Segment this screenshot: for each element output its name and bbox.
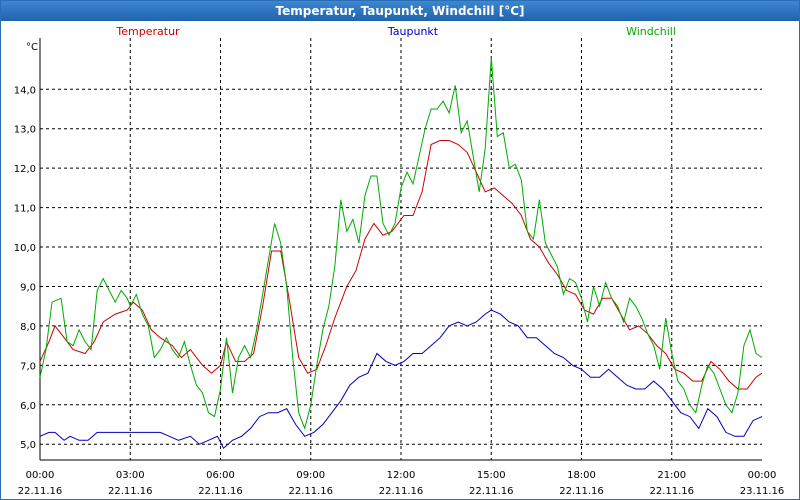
legend-item-windchill: Windchill [626,25,676,38]
series-taupunkt-line [39,309,763,450]
y-tick-label: 7,0 [20,361,36,372]
y-tick-label: 10,0 [14,243,36,254]
x-tick-time: 15:00 [477,470,506,481]
x-tick-date: 22.11.16 [469,486,514,497]
x-tick-date: 22.11.16 [198,486,243,497]
y-tick-label: 13,0 [14,125,36,136]
legend-item-temperatur: Temperatur [115,25,180,38]
legend-item-taupunkt: Taupunkt [387,25,439,38]
y-tick-label: 8,0 [20,322,36,333]
x-tick-date: 22.11.16 [649,486,694,497]
x-tick-time: 03:00 [116,470,145,481]
y-axis-label: °C [26,42,38,53]
x-tick-time: 00:00 [26,470,55,481]
tick-labels: 5,0 6,0 7,0 8,0 9,0 10,0 11,0 12,0 13,0 14,0 00:00… [14,85,785,497]
y-tick-label: 5,0 [20,440,36,451]
x-tick-date: 22.11.16 [108,486,153,497]
x-tick-time: 18:00 [567,470,596,481]
y-tick-label: 9,0 [20,282,36,293]
x-tick-time: 09:00 [296,470,325,481]
x-tick-date: 22.11.16 [288,486,333,497]
legend: Temperatur Taupunkt Windchill [115,25,676,38]
y-tick-label: 11,0 [14,204,36,215]
x-tick-date: 23.11.16 [740,486,785,497]
y-tick-label: 14,0 [14,85,36,96]
x-tick-time: 06:00 [206,470,235,481]
x-tick-time: 00:00 [748,470,777,481]
grid [40,38,762,460]
x-tick-date: 22.11.16 [379,486,424,497]
x-tick-date: 22.11.16 [559,486,604,497]
y-tick-label: 6,0 [20,401,36,412]
x-tick-time: 12:00 [387,470,416,481]
x-tick-date: 22.11.16 [18,486,63,497]
y-tick-label: 12,0 [14,164,36,175]
x-tick-time: 21:00 [657,470,686,481]
line-chart: 5,0 6,0 7,0 8,0 9,0 10,0 11,0 12,0 13,0 14,0 00:00… [14,25,785,497]
